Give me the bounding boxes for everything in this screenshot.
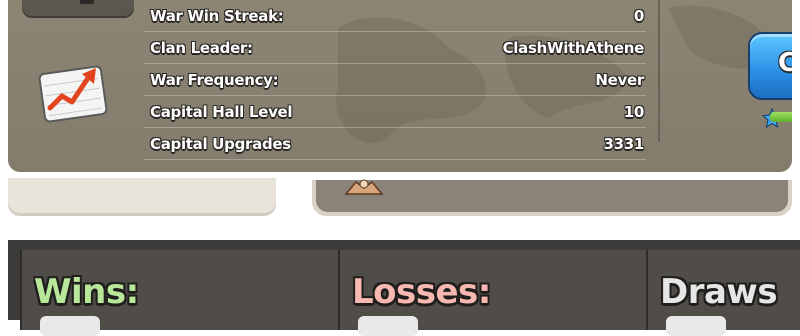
clan-action-button-label: C [778, 48, 792, 78]
stats-label: Capital Upgrades [150, 135, 291, 153]
left-tab-panel[interactable] [8, 178, 276, 216]
xp-progress-fill [770, 112, 792, 122]
xp-progress-bar [770, 112, 792, 122]
stats-label: Clan Leader: [150, 39, 253, 57]
stats-value[interactable]: ClashWithAthene [503, 39, 645, 57]
stats-row-clan-leader: Clan Leader: ClashWithAthene [144, 32, 646, 64]
clan-stats-table: War Win Streak: 0 Clan Leader: ClashWith… [144, 0, 646, 160]
stats-label: War Win Streak: [150, 7, 284, 25]
stats-value: 0 [633, 7, 644, 25]
wins-cell: Wins: [20, 250, 338, 336]
wins-label: Wins: [34, 272, 139, 312]
chart-up-icon [38, 65, 108, 123]
clan-info-panel: War Win Streak: 0 Clan Leader: ClashWith… [8, 0, 792, 172]
stats-value: 3331 [603, 135, 644, 153]
losses-label: Losses: [352, 272, 491, 312]
stats-row-capital-hall-level: Capital Hall Level 10 [144, 96, 646, 128]
draws-label: Draws [660, 272, 778, 312]
clan-action-button[interactable]: C [748, 32, 792, 100]
losses-value [358, 316, 418, 336]
wins-value [40, 316, 100, 336]
draws-cell: Draws [646, 250, 800, 336]
stats-value: 10 [623, 103, 645, 121]
war-results-bar: Wins: Losses: Draws [8, 240, 800, 336]
losses-cell: Losses: [338, 250, 646, 336]
clan-badge-icon [344, 179, 384, 195]
stats-label: Capital Hall Level [150, 103, 293, 121]
draws-value [666, 316, 726, 336]
stats-label: War Frequency: [150, 71, 279, 89]
stats-value: Never [595, 71, 644, 89]
stats-row-war-frequency: War Frequency: Never [144, 64, 646, 96]
stats-row-capital-upgrades: Capital Upgrades 3331 [144, 128, 646, 160]
members-header-inner [316, 180, 788, 212]
panel-divider [658, 0, 660, 142]
stats-row-war-win-streak: War Win Streak: 0 [144, 0, 646, 32]
shield-icon [80, 0, 94, 4]
clan-badge-tile[interactable] [22, 0, 134, 18]
